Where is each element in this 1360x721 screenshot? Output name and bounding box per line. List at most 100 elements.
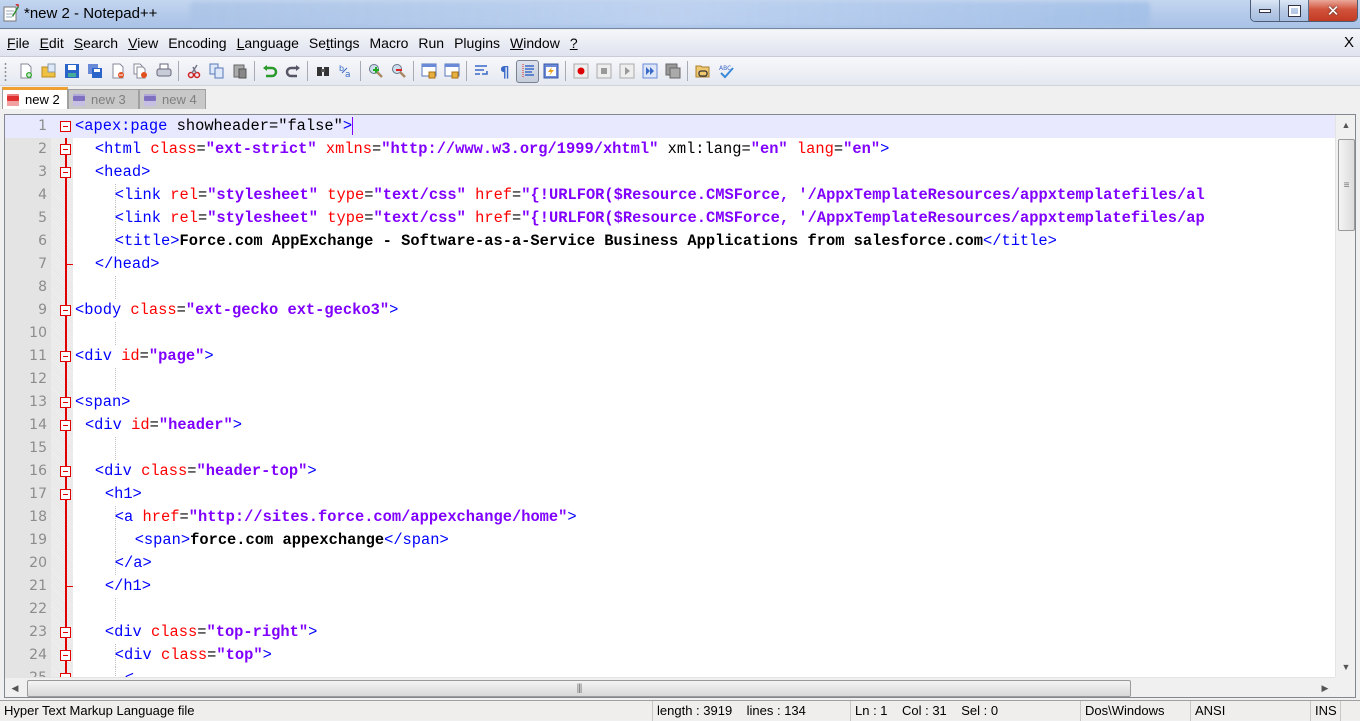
menu-window[interactable]: Window bbox=[505, 32, 565, 54]
code-line[interactable]: 6 <title>Force.com AppExchange - Software… bbox=[5, 230, 1335, 253]
code-line[interactable]: 19 <span>force.com appexchange</span> bbox=[5, 529, 1335, 552]
scroll-left-arrow-icon[interactable]: ◀ bbox=[5, 678, 25, 697]
menu-run[interactable]: Run bbox=[413, 32, 449, 54]
code-line[interactable]: 9 <body class="ext-gecko ext-gecko3"> bbox=[5, 299, 1335, 322]
fold-collapse-icon[interactable] bbox=[60, 305, 71, 316]
code-line[interactable]: 13 <span> bbox=[5, 391, 1335, 414]
fold-collapse-icon[interactable] bbox=[60, 351, 71, 362]
copy-icon bbox=[209, 63, 223, 79]
undo-button[interactable] bbox=[258, 60, 281, 83]
code-line[interactable]: 1 <apex:page showheader="false"> bbox=[5, 115, 1335, 138]
paste-button[interactable] bbox=[228, 60, 251, 83]
close-window-button[interactable]: ✕ bbox=[1309, 0, 1357, 21]
close-all-button[interactable] bbox=[129, 60, 152, 83]
sync-horizontal-scroll-button[interactable] bbox=[440, 60, 463, 83]
indent-guide-button[interactable] bbox=[516, 59, 539, 83]
menu-plugins[interactable]: Plugins bbox=[449, 32, 505, 54]
sync-vertical-scroll-button[interactable] bbox=[417, 60, 440, 83]
open-folder-link-button[interactable] bbox=[691, 60, 714, 83]
menu-encoding[interactable]: Encoding bbox=[163, 32, 231, 54]
code-editor[interactable]: 1 <apex:page showheader="false"> 2 <html cl… bbox=[4, 114, 1356, 698]
scroll-up-arrow-icon[interactable]: ▲ bbox=[1336, 115, 1355, 135]
macro-save-button[interactable] bbox=[661, 60, 684, 83]
close-document-button[interactable]: X bbox=[1344, 34, 1354, 51]
fold-collapse-icon[interactable] bbox=[60, 167, 71, 178]
vertical-scrollbar[interactable]: ▲ ≡ ▼ bbox=[1335, 115, 1355, 677]
fold-collapse-icon[interactable] bbox=[60, 650, 71, 661]
menu-search[interactable]: Search bbox=[69, 32, 123, 54]
code-line[interactable]: 23 <div class="top-right"> bbox=[5, 621, 1335, 644]
minimize-button[interactable] bbox=[1251, 0, 1280, 21]
user-defined-language-button[interactable] bbox=[539, 60, 562, 83]
code-line[interactable]: 16 <div class="header-top"> bbox=[5, 460, 1335, 483]
scroll-right-arrow-icon[interactable]: ▶ bbox=[1315, 678, 1335, 697]
fold-collapse-icon[interactable] bbox=[60, 466, 71, 477]
menu-file[interactable]: File bbox=[2, 32, 35, 54]
macro-record-button[interactable] bbox=[569, 60, 592, 83]
code-lines[interactable]: 1 <apex:page showheader="false"> 2 <html cl… bbox=[5, 115, 1335, 690]
fold-collapse-icon[interactable] bbox=[60, 489, 71, 500]
scroll-down-arrow-icon[interactable]: ▼ bbox=[1336, 657, 1355, 677]
code-line[interactable]: 17 <h1> bbox=[5, 483, 1335, 506]
code-line[interactable]: 20 </a> bbox=[5, 552, 1335, 575]
zoom-out-button[interactable] bbox=[387, 60, 410, 83]
fold-collapse-icon[interactable] bbox=[60, 144, 71, 155]
code-line[interactable]: 7 </head> bbox=[5, 253, 1335, 276]
menu-macro[interactable]: Macro bbox=[365, 32, 414, 54]
menu-help[interactable]: ? bbox=[565, 32, 583, 54]
tab-new-2[interactable]: new 2 bbox=[2, 87, 68, 109]
new-file-button[interactable] bbox=[14, 60, 37, 83]
redo-button[interactable] bbox=[281, 60, 304, 83]
status-encoding: ANSI bbox=[1190, 701, 1310, 721]
fold-collapse-icon[interactable] bbox=[60, 121, 71, 132]
horizontal-scrollbar[interactable]: ◀ ||| ▶ bbox=[5, 677, 1335, 697]
show-all-characters-button[interactable]: ¶ bbox=[493, 60, 516, 83]
code-line[interactable]: 18 <a href="http://sites.force.com/appexc… bbox=[5, 506, 1335, 529]
horizontal-scroll-thumb[interactable]: ||| bbox=[27, 680, 1131, 697]
code-line[interactable]: 5 <link rel="stylesheet" type="text/css" … bbox=[5, 207, 1335, 230]
code-line[interactable]: 2 <html class="ext-strict" xmlns="http://… bbox=[5, 138, 1335, 161]
code-line[interactable]: 11 <div id="page"> bbox=[5, 345, 1335, 368]
menu-language[interactable]: Language bbox=[232, 32, 304, 54]
code-line[interactable]: 14 <div id="header"> bbox=[5, 414, 1335, 437]
copy-button[interactable] bbox=[205, 60, 228, 83]
find-button[interactable] bbox=[311, 60, 334, 83]
code-line[interactable]: 15 bbox=[5, 437, 1335, 460]
token-attr: class bbox=[130, 301, 177, 319]
open-file-button[interactable] bbox=[37, 60, 60, 83]
fold-collapse-icon[interactable] bbox=[60, 420, 71, 431]
macro-play-button[interactable] bbox=[615, 60, 638, 83]
fold-collapse-icon[interactable] bbox=[60, 627, 71, 638]
code-line[interactable]: 21 </h1> bbox=[5, 575, 1335, 598]
menu-edit[interactable]: Edit bbox=[35, 32, 69, 54]
macro-run-multiple-button[interactable] bbox=[638, 60, 661, 83]
save-all-button[interactable] bbox=[83, 60, 106, 83]
menu-settings[interactable]: Settings bbox=[304, 32, 365, 54]
tab-new-4[interactable]: new 4 bbox=[139, 89, 206, 109]
code-line[interactable]: 10 bbox=[5, 322, 1335, 345]
menu-view[interactable]: View bbox=[123, 32, 163, 54]
status-size-grip[interactable] bbox=[1340, 701, 1360, 721]
close-file-button[interactable] bbox=[106, 60, 129, 83]
indent-guide bbox=[114, 368, 116, 391]
save-button[interactable] bbox=[60, 60, 83, 83]
spell-check-button[interactable]: ABC bbox=[714, 60, 737, 83]
cut-button[interactable] bbox=[182, 60, 205, 83]
print-button[interactable] bbox=[152, 60, 175, 83]
vertical-scroll-thumb[interactable]: ≡ bbox=[1338, 139, 1355, 231]
restore-button[interactable] bbox=[1280, 0, 1309, 21]
tab-new-3[interactable]: new 3 bbox=[68, 89, 139, 109]
code-line[interactable]: 22 bbox=[5, 598, 1335, 621]
zoom-in-button[interactable] bbox=[364, 60, 387, 83]
code-line[interactable]: 24 <div class="top"> bbox=[5, 644, 1335, 667]
word-wrap-button[interactable] bbox=[470, 60, 493, 83]
code-line[interactable]: 3 <head> bbox=[5, 161, 1335, 184]
fold-collapse-icon[interactable] bbox=[60, 397, 71, 408]
paste-icon bbox=[233, 64, 246, 79]
toolbar-grip[interactable] bbox=[4, 62, 7, 82]
code-line[interactable]: 4 <link rel="stylesheet" type="text/css" … bbox=[5, 184, 1335, 207]
code-line[interactable]: 12 bbox=[5, 368, 1335, 391]
code-line[interactable]: 8 bbox=[5, 276, 1335, 299]
replace-button[interactable]: ba bbox=[334, 60, 357, 83]
macro-stop-button[interactable] bbox=[592, 60, 615, 83]
